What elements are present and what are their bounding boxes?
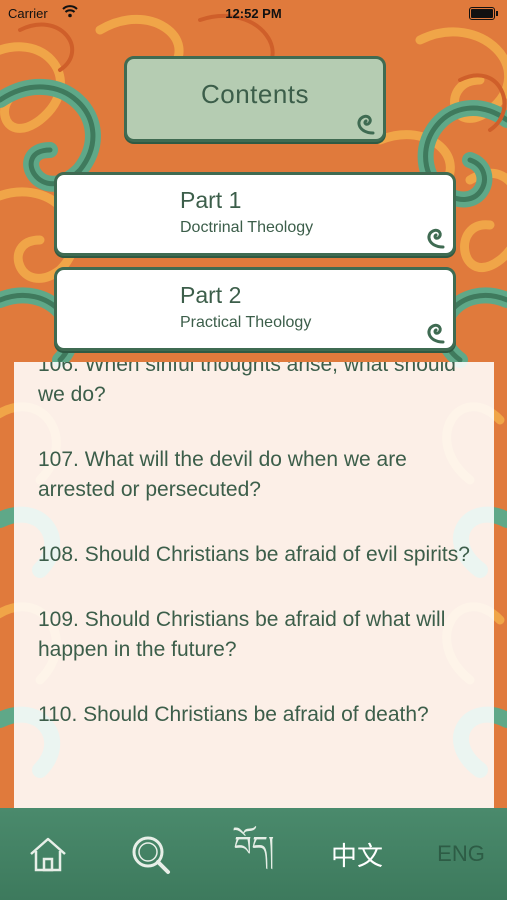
english-language-tab[interactable]: ENG	[430, 830, 492, 878]
home-icon	[30, 837, 66, 872]
part-subtitle: Doctrinal Theology	[180, 219, 314, 236]
contents-header-card: Contents	[124, 56, 386, 142]
search-tab[interactable]	[126, 830, 174, 878]
question-item[interactable]: 108. Should Christians be afraid of evil…	[38, 540, 478, 570]
curl-ornament-icon	[427, 228, 445, 249]
part-title: Part 2	[180, 282, 242, 308]
chinese-language-tab[interactable]: 中文	[326, 830, 388, 878]
bottom-tab-bar: བོད། 中文 ENG	[0, 808, 507, 900]
status-bar: Carrier 12:52 PM	[0, 0, 507, 28]
curl-ornament-icon	[427, 323, 445, 344]
question-item[interactable]: 109. Should Christians be afraid of what…	[38, 605, 478, 665]
question-item[interactable]: 107. What will the devil do when we are …	[38, 445, 478, 505]
question-item[interactable]: 106. When sinful thoughts arise, what sh…	[38, 362, 478, 410]
battery-icon	[469, 7, 498, 20]
question-list: 106. When sinful thoughts arise, what sh…	[38, 362, 478, 765]
search-icon	[132, 836, 170, 874]
part-subtitle: Practical Theology	[180, 314, 312, 331]
part-1-card[interactable]: Part 1 Doctrinal Theology	[54, 172, 456, 256]
part-2-card[interactable]: Part 2 Practical Theology	[54, 267, 456, 351]
home-tab[interactable]	[24, 830, 72, 878]
page-title: Contents	[200, 79, 310, 109]
curl-ornament-icon	[357, 114, 375, 135]
part-title: Part 1	[180, 187, 242, 213]
tibetan-language-tab[interactable]: བོད།	[226, 830, 282, 878]
question-list-panel[interactable]: 106. When sinful thoughts arise, what sh…	[14, 362, 494, 808]
question-item[interactable]: 110. Should Christians be afraid of deat…	[38, 700, 478, 730]
clock: 12:52 PM	[225, 6, 282, 21]
